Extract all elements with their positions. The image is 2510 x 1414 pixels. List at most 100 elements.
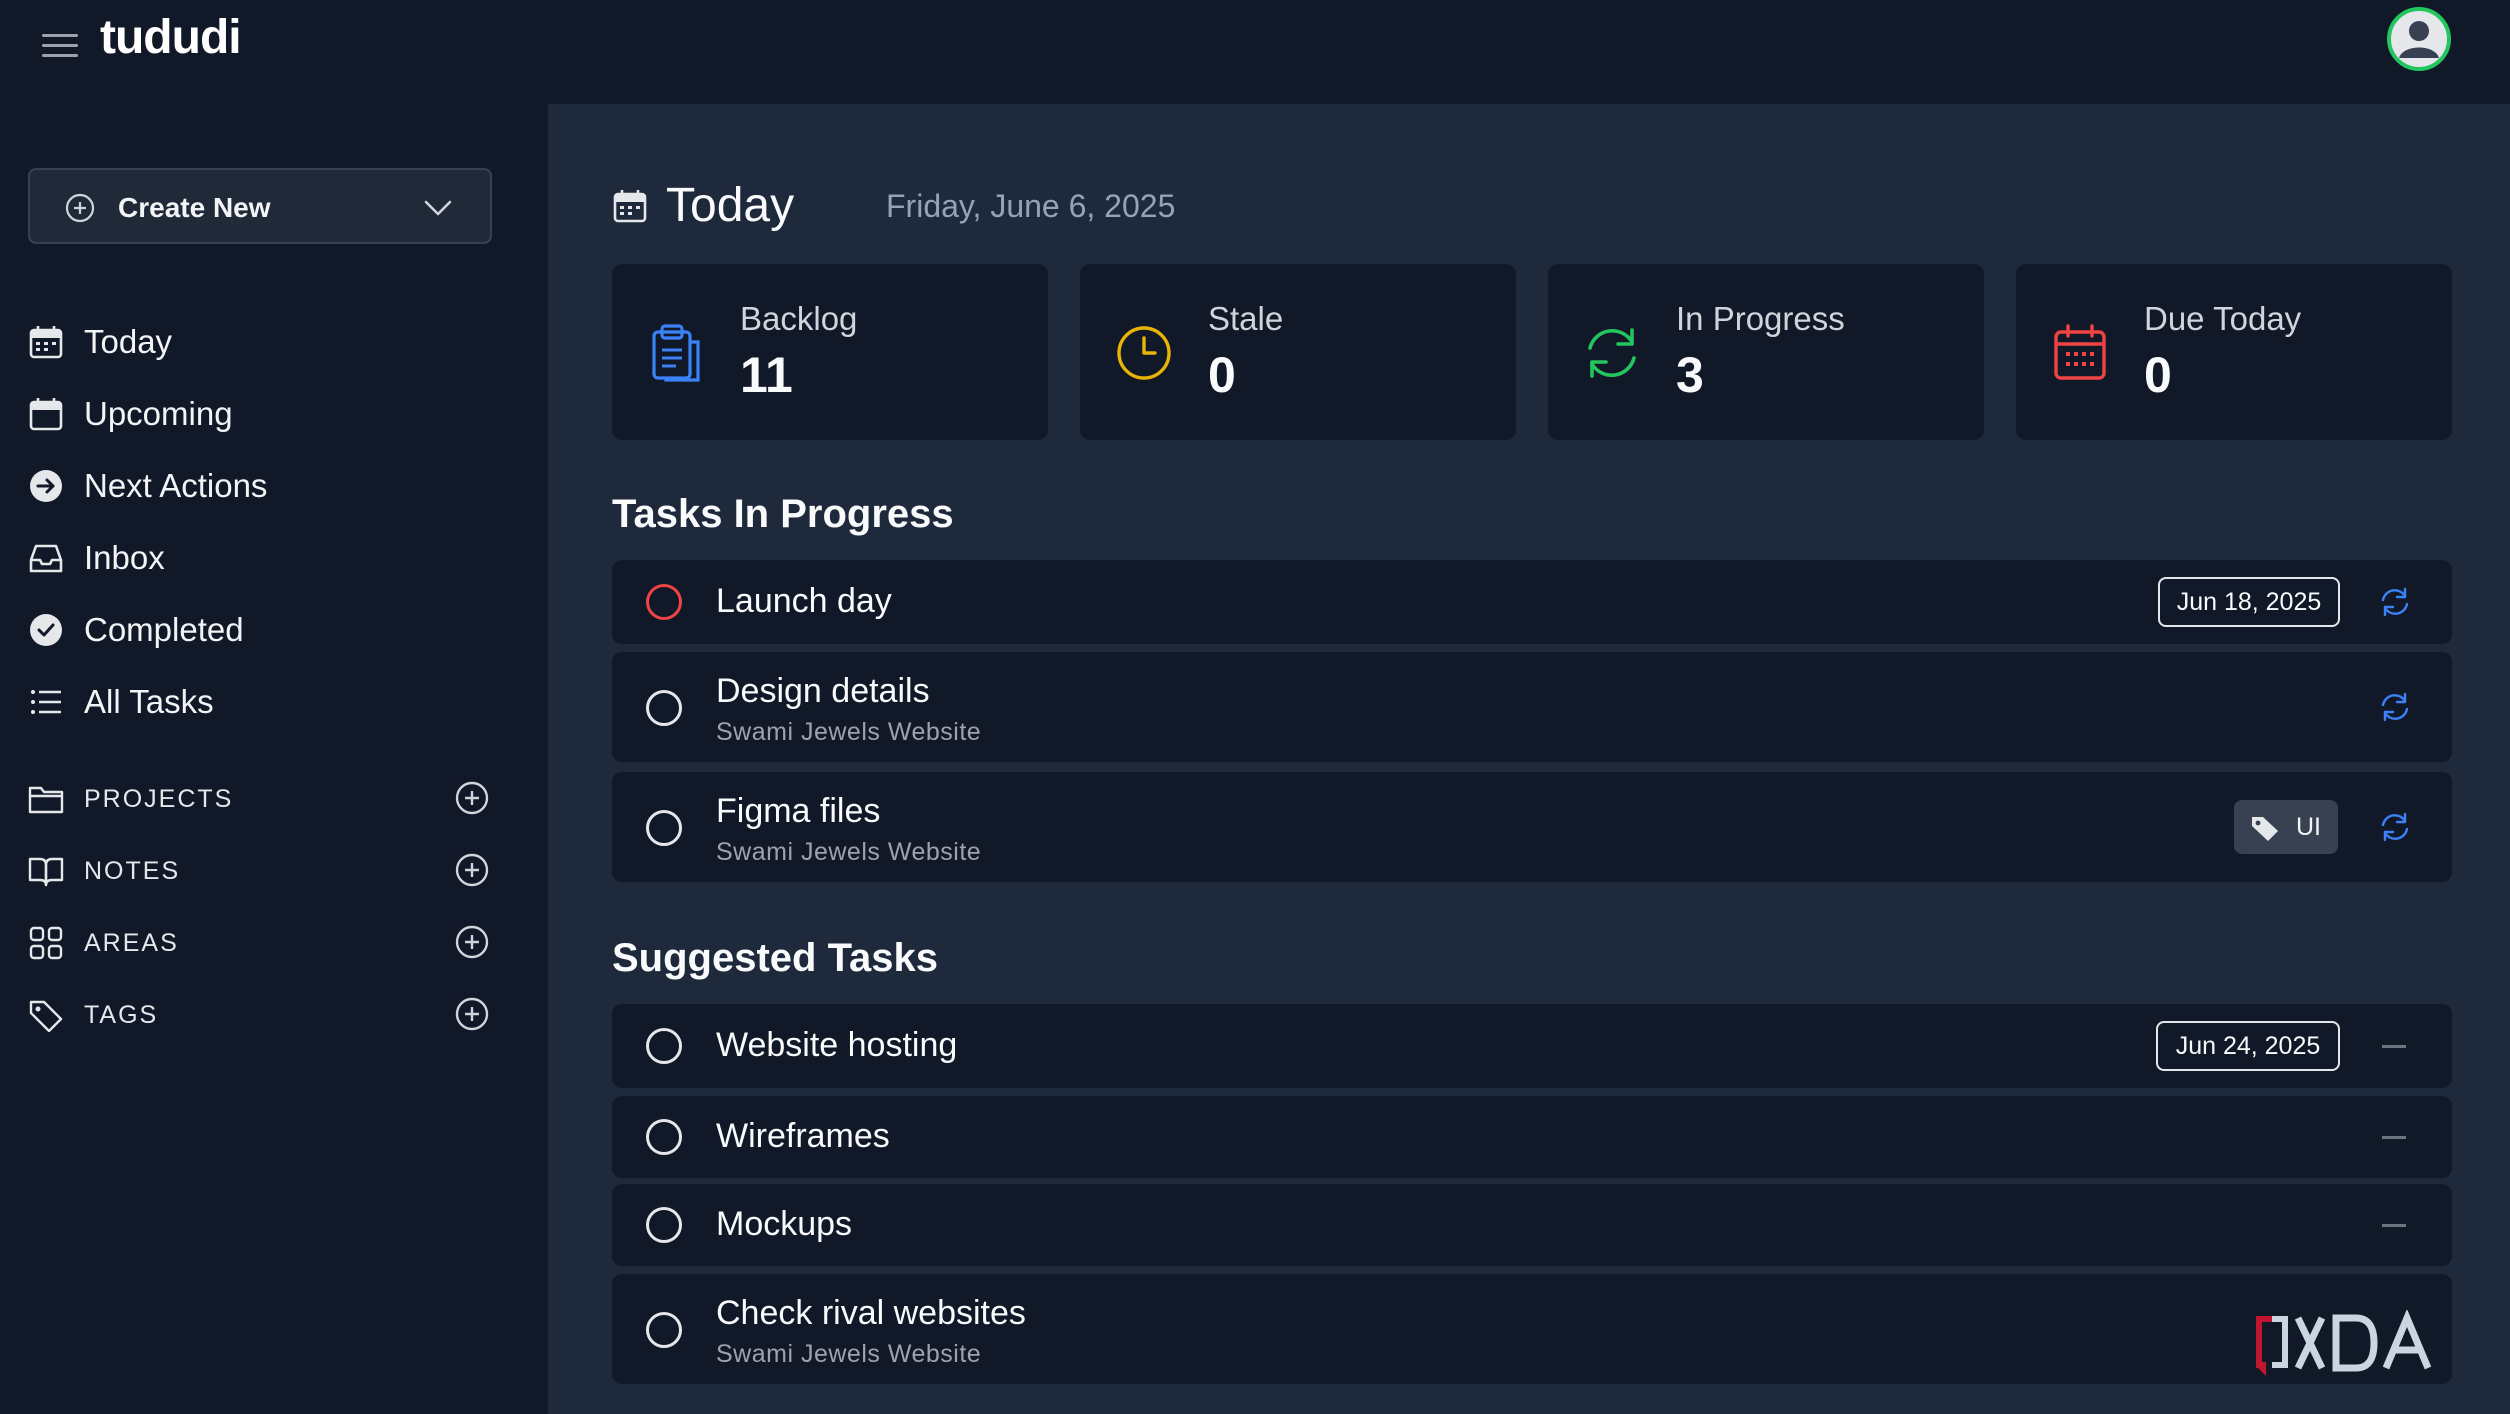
calendar-blank-icon [29, 398, 63, 431]
suggested-tasks-heading: Suggested Tasks [612, 936, 939, 980]
task-row[interactable]: Website hosting Jun 24, 2025 [612, 1004, 2452, 1088]
clipboard-icon [652, 324, 700, 382]
section-label: PROJECTS [84, 785, 234, 813]
nav-label: Today [84, 323, 173, 360]
card-label: Backlog [740, 300, 858, 337]
task-status-circle[interactable] [646, 810, 682, 846]
task-name: Wireframes [716, 1117, 890, 1155]
due-date-badge[interactable]: Jun 24, 2025 [2156, 1021, 2340, 1071]
task-name: Website hosting [716, 1026, 958, 1064]
nav-item-next-actions[interactable]: Next Actions [28, 454, 508, 514]
calendar-icon [29, 326, 63, 359]
create-new-label: Create New [118, 192, 271, 223]
section-label: AREAS [84, 929, 179, 957]
task-row[interactable]: Mockups [612, 1184, 2452, 1266]
card-label: Due Today [2144, 300, 2302, 337]
dash-icon [2382, 1045, 2406, 1048]
book-icon [28, 857, 64, 887]
task-status-circle[interactable] [646, 1207, 682, 1243]
stat-card-due-today[interactable]: Due Today 0 [2016, 264, 2452, 440]
nav-item-inbox[interactable]: Inbox [28, 526, 508, 586]
nav-label: Upcoming [84, 395, 233, 432]
card-value: 0 [2144, 347, 2172, 403]
top-bar: tududi [0, 0, 2510, 104]
card-value: 3 [1676, 347, 1704, 403]
section-projects[interactable]: PROJECTS [28, 774, 492, 824]
create-new-button[interactable]: Create New [28, 168, 492, 244]
tag-icon [29, 1000, 63, 1032]
dash-icon [2382, 1224, 2406, 1227]
section-label: TAGS [84, 1001, 159, 1029]
brand-logo[interactable]: tududi [100, 10, 242, 65]
task-status-circle[interactable] [646, 1119, 682, 1155]
task-name: Check rival websites [716, 1294, 1026, 1332]
stat-card-in-progress[interactable]: In Progress 3 [1548, 264, 1984, 440]
xda-watermark-logo [2256, 1310, 2432, 1376]
task-status-circle[interactable] [646, 690, 682, 726]
task-row[interactable]: Launch day Jun 18, 2025 [612, 560, 2452, 644]
page-header: Today Friday, June 6, 2025 [612, 174, 1612, 234]
stat-card-backlog[interactable]: Backlog 11 [612, 264, 1048, 440]
section-tags[interactable]: TAGS [28, 990, 492, 1040]
section-areas[interactable]: AREAS [28, 918, 492, 968]
list-icon [31, 690, 61, 714]
task-row[interactable]: Figma files Swami Jewels Website UI [612, 772, 2452, 882]
nav-label: Inbox [84, 539, 165, 576]
nav-item-all-tasks[interactable]: All Tasks [28, 670, 508, 730]
plus-circle-icon [65, 193, 95, 223]
task-project: Swami Jewels Website [716, 718, 982, 746]
section-notes[interactable]: NOTES [28, 846, 492, 896]
add-note-icon[interactable] [454, 852, 490, 888]
recurring-icon[interactable] [2378, 690, 2412, 724]
card-value: 0 [1208, 347, 1236, 403]
task-name: Figma files [716, 792, 881, 830]
page-title: Today [666, 179, 795, 232]
card-label: Stale [1208, 300, 1284, 337]
user-avatar-icon[interactable] [2386, 6, 2452, 72]
task-project: Swami Jewels Website [716, 838, 982, 866]
add-project-icon[interactable] [454, 780, 490, 816]
section-label: NOTES [84, 857, 181, 885]
card-label: In Progress [1676, 300, 1845, 337]
main-content: Today Friday, June 6, 2025 Backlog 11 St… [548, 104, 2510, 1414]
refresh-icon [1588, 328, 1636, 378]
card-value: 11 [740, 347, 793, 403]
clock-icon [1117, 326, 1171, 380]
calendar-due-icon [2054, 324, 2106, 380]
nav-label: Next Actions [84, 467, 268, 504]
inbox-icon [29, 544, 63, 573]
calendar-icon [613, 190, 647, 223]
recurring-icon[interactable] [2378, 810, 2412, 844]
nav-label: All Tasks [84, 683, 214, 720]
tag-badge[interactable]: UI [2234, 800, 2338, 854]
folder-icon [28, 786, 64, 814]
tag-label: UI [2296, 813, 2321, 841]
due-date-badge[interactable]: Jun 18, 2025 [2158, 577, 2340, 627]
task-row[interactable]: Check rival websites Swami Jewels Websit… [612, 1274, 2452, 1384]
task-project: Swami Jewels Website [716, 1340, 982, 1368]
arrow-circle-icon [30, 470, 62, 502]
task-row[interactable]: Wireframes [612, 1096, 2452, 1178]
sidebar: Create New Today Upcoming Next Actions I… [0, 104, 548, 1414]
chevron-down-icon [424, 200, 452, 216]
task-status-circle[interactable] [646, 1028, 682, 1064]
hamburger-menu-icon[interactable] [40, 26, 80, 66]
task-row[interactable]: Design details Swami Jewels Website [612, 652, 2452, 762]
nav-item-upcoming[interactable]: Upcoming [28, 382, 508, 442]
tasks-in-progress-heading: Tasks In Progress [612, 492, 954, 536]
grid-icon [29, 926, 63, 960]
dash-icon [2382, 1136, 2406, 1139]
page-date: Friday, June 6, 2025 [886, 188, 1176, 224]
stat-card-stale[interactable]: Stale 0 [1080, 264, 1516, 440]
nav-label: Completed [84, 611, 244, 648]
nav-item-completed[interactable]: Completed [28, 598, 508, 658]
add-tag-icon[interactable] [454, 996, 490, 1032]
recurring-icon[interactable] [2378, 585, 2412, 619]
task-status-circle[interactable] [646, 584, 682, 620]
add-area-icon[interactable] [454, 924, 490, 960]
check-circle-icon [30, 614, 62, 646]
tag-icon [2252, 817, 2278, 841]
nav-item-today[interactable]: Today [28, 310, 508, 370]
task-name: Design details [716, 672, 930, 710]
task-status-circle[interactable] [646, 1312, 682, 1348]
